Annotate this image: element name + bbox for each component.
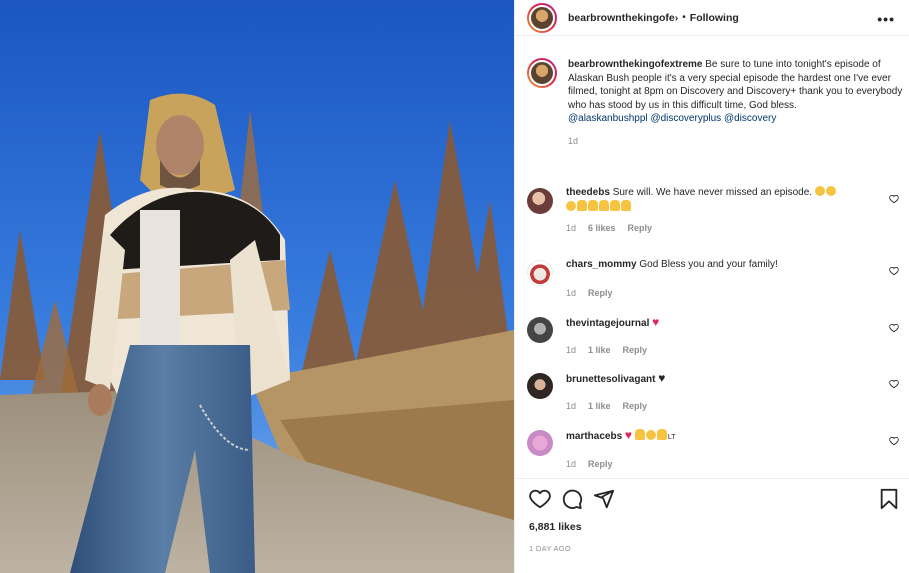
comment-item: thevintagejournal ♥ 1d 1 like Reply [527,315,907,357]
comment-body: chars_mommy God Bless you and your famil… [566,258,876,300]
caption-avatar[interactable] [527,58,557,88]
comment-bubble-icon[interactable] [561,488,583,510]
post-header: bearbrownthekingofe› • Following ••• [515,0,909,36]
mention-link[interactable]: @alaskanbushppl [568,113,648,124]
reply-button[interactable]: Reply [588,457,613,471]
like-comment-icon[interactable] [889,379,899,389]
comment-time: 1d [566,401,577,411]
comment-meta: 1d 1 like Reply [566,343,876,357]
post-photo[interactable] [0,0,514,573]
separator-dot: • [682,12,686,23]
folded-hands-icon [610,200,620,211]
comment-time: 1d [566,223,577,233]
comment-likes[interactable]: 1 like [588,399,611,413]
post-actions: 6,881 likes 1 DAY AGO [515,478,909,553]
caption-text: bearbrownthekingofextreme Be sure to tun… [568,58,906,148]
more-options-icon[interactable]: ••• [877,11,895,27]
following-button[interactable]: Following [690,12,739,24]
folded-hands-icon [599,200,609,211]
disappointed-face-icon [825,186,836,196]
reply-button[interactable]: Reply [628,221,653,235]
action-icons-row [529,479,898,519]
red-heart-icon: ♥ [652,315,660,329]
comment-body: theedebs Sure will. We have never missed… [566,186,876,235]
comment-likes[interactable]: 6 likes [588,221,616,235]
caption-username[interactable]: bearbrownthekingofextreme [568,59,702,70]
comment-text: God Bless you and your family! [639,259,778,270]
folded-hands-icon [577,200,587,211]
author-username[interactable]: bearbrownthekingofe› [568,12,678,24]
red-heart-icon: ♥ [624,428,633,442]
black-heart-icon: ♥ [658,371,666,385]
commenter-avatar[interactable] [527,317,553,343]
post-timestamp: 1 DAY AGO [529,544,572,553]
comment-username[interactable]: chars_mommy [566,259,637,270]
smiling-face-icon [645,430,656,440]
comment-username[interactable]: thevintagejournal [566,318,649,329]
mention-link[interactable]: @discoveryplus [650,113,721,124]
caption-timestamp: 1d [568,135,579,146]
commenter-avatar[interactable] [527,430,553,456]
disappointed-face-icon [814,186,825,196]
like-comment-icon[interactable] [889,266,899,276]
post-side-panel: bearbrownthekingofe› • Following ••• bea… [514,0,909,573]
comment-username[interactable]: brunettesolivagant [566,374,655,385]
comment-item: marthacebs ♥ LT 1d Reply [527,428,907,471]
reply-button[interactable]: Reply [588,286,613,300]
commenter-avatar[interactable] [527,260,553,286]
comment-time: 1d [566,288,577,298]
comment-username[interactable]: marthacebs [566,431,622,442]
folded-hands-icon [621,200,631,211]
author-avatar[interactable] [527,2,557,33]
paper-plane-icon[interactable] [593,488,615,510]
likes-count[interactable]: 6,881 likes [529,521,895,533]
comment-meta: 1d Reply [566,457,876,471]
comment-username[interactable]: theedebs [566,187,610,198]
post-image [0,0,514,573]
comment-body: marthacebs ♥ LT 1d Reply [566,428,876,471]
comment-item: theedebs Sure will. We have never missed… [527,186,907,235]
comment-text: Sure will. We have never missed an episo… [612,187,813,198]
comment-time: 1d [566,459,577,469]
bookmark-icon[interactable] [878,488,900,510]
heart-outline-icon[interactable] [529,488,551,510]
reply-button[interactable]: Reply [623,343,648,357]
commenter-avatar[interactable] [527,373,553,399]
like-comment-icon[interactable] [889,436,899,446]
comment-likes[interactable]: 1 like [588,343,611,357]
comment-meta: 1d 6 likes Reply [566,221,876,235]
like-comment-icon[interactable] [889,194,899,204]
like-comment-icon[interactable] [889,323,899,333]
comment-body: thevintagejournal ♥ 1d 1 like Reply [566,315,876,357]
folded-hands-icon [634,429,645,440]
post-caption: bearbrownthekingofextreme Be sure to tun… [527,58,907,148]
comment-time: 1d [566,345,577,355]
reply-button[interactable]: Reply [623,399,648,413]
commenter-avatar[interactable] [527,188,553,214]
comment-item: brunettesolivagant ♥ 1d 1 like Reply [527,371,907,413]
comment-meta: 1d Reply [566,286,876,300]
flexed-biceps-icon [656,429,667,440]
comment-suffix: LT [667,434,676,441]
comment-body: brunettesolivagant ♥ 1d 1 like Reply [566,371,876,413]
mention-link[interactable]: @discovery [724,113,776,124]
comment-item: chars_mommy God Bless you and your famil… [527,258,907,300]
instagram-post-frame: bearbrownthekingofe› • Following ••• bea… [0,0,909,573]
disappointed-face-icon [566,201,576,211]
comment-meta: 1d 1 like Reply [566,399,876,413]
folded-hands-icon [588,200,598,211]
